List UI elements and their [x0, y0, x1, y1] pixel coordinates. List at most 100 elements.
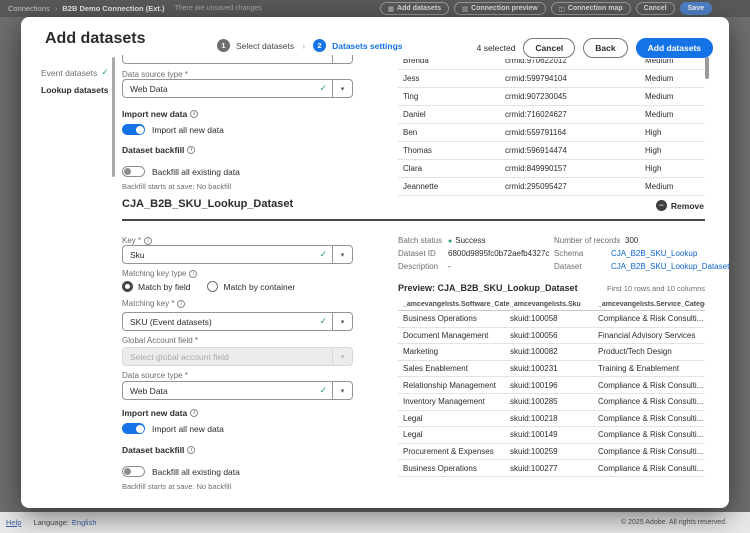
- add-datasets-button[interactable]: Add datasets: [635, 38, 713, 58]
- preview-cell: skuid:100218: [510, 413, 558, 423]
- sidebar-item-lookup-datasets[interactable]: Lookup datasets: [41, 85, 109, 95]
- import-new-data-toggle[interactable]: [122, 124, 145, 135]
- import-new-data-toggle[interactable]: [122, 423, 145, 434]
- modal-title: Add datasets: [45, 30, 146, 47]
- chevron-down-icon[interactable]: ▾: [332, 382, 352, 399]
- cell-name: Jeannette: [403, 182, 439, 191]
- cell-id: crmid:970622012: [505, 59, 567, 65]
- preview-cell: skuid:100058: [510, 314, 558, 324]
- lookup-preview-table: _amcevangelists.Software_Catego... _amce…: [398, 298, 705, 477]
- event-preview-table: Brenda crmid:970622012 Medium Jess crmid…: [398, 59, 705, 196]
- toggle-label: Backfill all existing data: [152, 466, 240, 477]
- key-select[interactable]: Sku ✓ ▾: [122, 245, 353, 264]
- unsaved-changes-text: There are unsaved changes: [174, 5, 262, 12]
- backfill-toggle[interactable]: [122, 466, 145, 477]
- sidebar-lookup-label: Lookup datasets: [41, 85, 109, 95]
- dataset-id-value: 6800d9895fc0b72aefb4327c: [448, 249, 550, 258]
- lookup-data-source-select[interactable]: Web Data ✓ ▾: [122, 381, 353, 400]
- match-by-field-radio[interactable]: [122, 281, 133, 292]
- dataset-label: Dataset: [554, 262, 582, 271]
- preview-cell: Compliance & Risk Consulti...: [598, 380, 704, 390]
- info-icon: i: [177, 299, 186, 308]
- cell-name: Ting: [403, 92, 419, 101]
- preview-column-header: _amcevangelists.Sku: [510, 300, 581, 308]
- valid-checkmark-icon: ✓: [319, 316, 327, 326]
- batch-status-label: Batch status: [398, 236, 443, 245]
- success-dot-icon: ●: [448, 238, 453, 245]
- content-scrollbar[interactable]: [112, 57, 115, 177]
- table-row: Business Operations skuid:100277 Complia…: [398, 460, 705, 477]
- cell-priority: Medium: [645, 74, 674, 83]
- chevron-down-icon[interactable]: ▾: [332, 246, 352, 263]
- table-row: Relationship Management skuid:100196 Com…: [398, 377, 705, 394]
- chevron-down-icon: [332, 55, 352, 63]
- page-save-label: Save: [687, 5, 704, 12]
- back-button[interactable]: Back: [583, 38, 628, 58]
- preview-meta: First 10 rows and 10 columns: [607, 284, 705, 293]
- cell-priority: High: [645, 146, 662, 155]
- matching-key-type-radio-group: Match by field Match by container: [122, 281, 295, 292]
- cell-id: crmid:716024627: [505, 110, 567, 119]
- backfill-toggle[interactable]: [122, 166, 145, 177]
- cell-id: crmid:559791164: [505, 128, 567, 137]
- table-row: Ting crmid:907230045 Medium: [398, 88, 705, 106]
- select-value: SKU (Event datasets): [130, 316, 212, 327]
- matching-key-select[interactable]: SKU (Event datasets) ✓ ▾: [122, 312, 353, 331]
- cell-name: Daniel: [403, 110, 426, 119]
- select-placeholder: Select global account field: [130, 351, 229, 362]
- table-row: Clara crmid:849990157 High: [398, 160, 705, 178]
- preview-cell: Compliance & Risk Consulti...: [598, 397, 704, 407]
- chevron-down-icon[interactable]: ▾: [332, 313, 352, 330]
- preview-cell: skuid:100259: [510, 447, 558, 457]
- breadcrumb-current: B2B Demo Connection (Ext.): [62, 4, 165, 13]
- table-row: Sales Enablement skuid:100231 Training &…: [398, 361, 705, 378]
- preview-cell: Compliance & Risk Consulti...: [598, 430, 704, 440]
- table-row: Business Operations skuid:100058 Complia…: [398, 311, 705, 328]
- help-link[interactable]: Help: [6, 518, 21, 527]
- import-all-new-data-row: Import all new data: [122, 124, 224, 135]
- preview-cell: Compliance & Risk Consulti...: [598, 314, 704, 324]
- schema-link[interactable]: CJA_B2B_SKU_Lookup: [611, 249, 697, 258]
- match-by-container-radio[interactable]: [207, 281, 219, 292]
- dataset-link[interactable]: CJA_B2B_SKU_Lookup_Dataset: [611, 262, 729, 271]
- cancel-label: Cancel: [535, 43, 564, 53]
- sidebar-item-event-datasets[interactable]: Event datasets ✓: [41, 67, 109, 78]
- step-1-indicator: 1: [217, 39, 230, 52]
- chevron-down-icon[interactable]: ▾: [332, 80, 352, 97]
- description-label: Description: [398, 262, 439, 271]
- batch-status-text: Success: [455, 236, 486, 245]
- table-row: Procurement & Expenses skuid:100259 Comp…: [398, 444, 705, 461]
- cancel-button[interactable]: Cancel: [523, 38, 576, 58]
- preview-cell: Document Management: [403, 330, 489, 340]
- table-row: Legal skuid:100149 Compliance & Risk Con…: [398, 427, 705, 444]
- backfill-caption: Backfill starts at save: No backfill: [122, 482, 232, 491]
- connection-preview-label: Connection preview: [471, 5, 538, 12]
- batch-status-value: ● Success: [448, 236, 485, 245]
- cell-name: Brenda: [403, 59, 429, 65]
- event-data-source-select[interactable]: Web Data ✓ ▾: [122, 79, 353, 98]
- info-icon: i: [190, 110, 199, 118]
- cell-priority: Medium: [645, 182, 674, 191]
- table-scrollbar[interactable]: [705, 57, 709, 79]
- scrolled-partial-select[interactable]: [122, 55, 353, 64]
- remove-dataset-button[interactable]: − Remove: [655, 200, 704, 211]
- table-row: Marketing skuid:100082 Product/Tech Desi…: [398, 344, 705, 361]
- preview-cell: skuid:100196: [510, 380, 558, 390]
- backfill-existing-data-row: Backfill all existing data: [122, 466, 240, 477]
- preview-cell: Business Operations: [403, 463, 477, 473]
- import-new-data-heading: Import new data i: [122, 109, 199, 119]
- info-icon: i: [190, 409, 199, 417]
- table-row: Thomas crmid:596914474 High: [398, 142, 705, 160]
- info-icon: i: [144, 236, 153, 245]
- key-label: Key * i: [122, 236, 153, 245]
- backfill-existing-data-row: Backfill all existing data: [122, 166, 240, 177]
- cell-id: crmid:596914474: [505, 146, 567, 155]
- matching-key-type-label: Matching key type i: [122, 269, 198, 278]
- cell-priority: Medium: [645, 92, 674, 101]
- cell-id: crmid:599794104: [505, 74, 567, 83]
- language-label: Language:: [33, 518, 69, 527]
- matching-key-label: Matching key * i: [122, 299, 186, 308]
- records-value: 300: [625, 236, 639, 245]
- language-value-link[interactable]: English: [72, 518, 97, 527]
- global-account-field-select: Select global account field ▾: [122, 347, 353, 366]
